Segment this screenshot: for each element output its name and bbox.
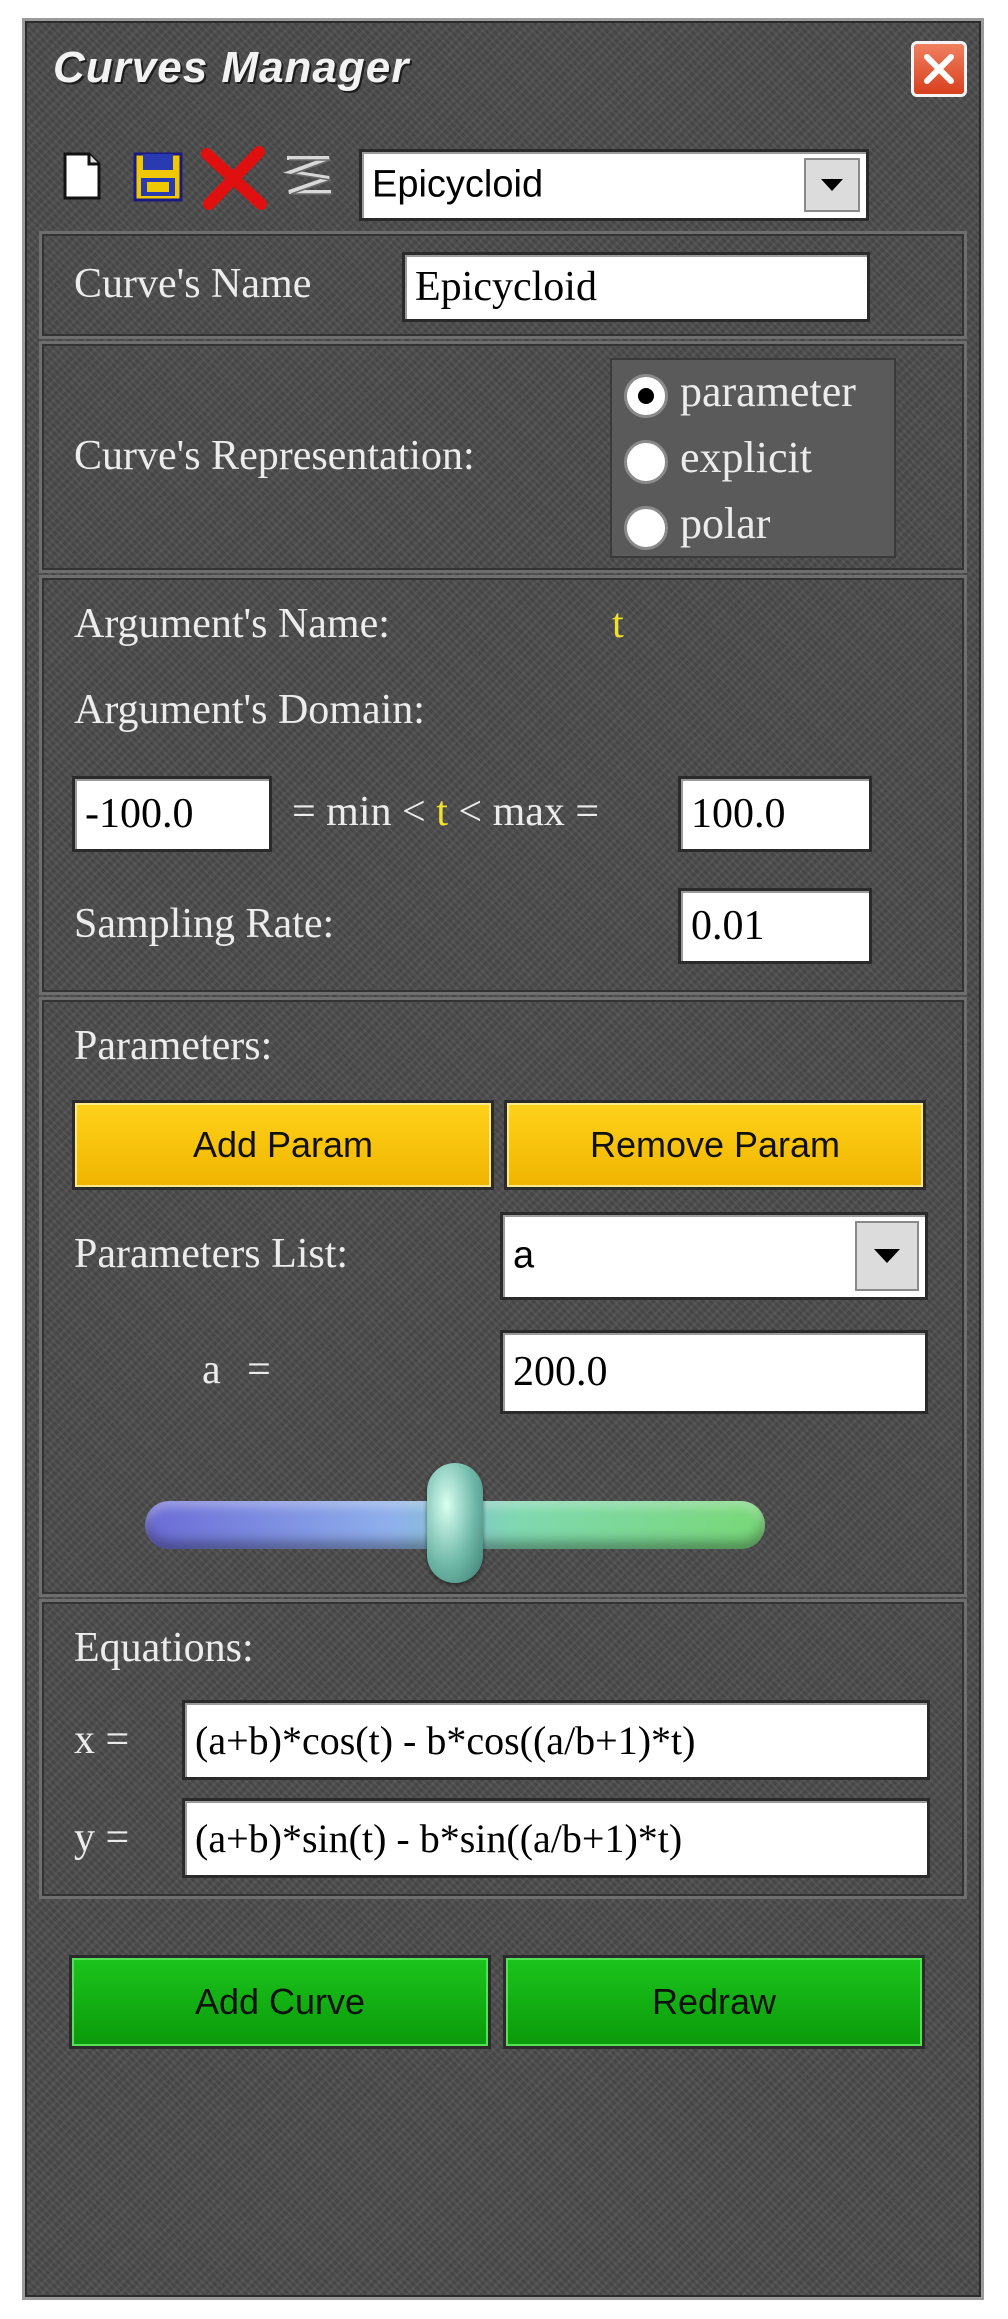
radio-explicit-label: explicit — [680, 433, 812, 482]
domain-max-input[interactable]: 100.0 — [678, 776, 872, 852]
close-icon — [924, 54, 954, 84]
chevron-down-icon — [874, 1249, 900, 1263]
window-title: Curves Manager — [53, 43, 410, 92]
param-slider-thumb[interactable] — [427, 1463, 483, 1583]
add-param-button[interactable]: Add Param — [72, 1100, 494, 1190]
curve-name-input[interactable]: Epicycloid — [402, 252, 870, 322]
radio-selected-dot — [638, 388, 654, 404]
argument-section: Argument's Name: t Argument's Domain: -1… — [39, 575, 967, 995]
save-icon — [133, 152, 183, 202]
radio-polar-label: polar — [680, 499, 771, 548]
x-equation-label: x = — [74, 1717, 130, 1763]
dropdown-arrow[interactable] — [855, 1221, 919, 1291]
title-bar: Curves Manager — [25, 21, 981, 111]
argument-name-value: t — [612, 601, 624, 647]
curves-manager-window: Curves Manager Epicycloid Curve's Name E… — [22, 18, 984, 2300]
radio-button[interactable] — [624, 440, 668, 484]
redraw-button[interactable]: Redraw — [503, 1955, 925, 2049]
domain-min-input[interactable]: -100.0 — [72, 776, 272, 852]
param-value-input[interactable]: 200.0 — [500, 1330, 928, 1414]
radio-explicit[interactable]: explicit — [624, 432, 894, 492]
sampling-rate-label: Sampling Rate: — [74, 901, 335, 947]
representation-section: Curve's Representation: parameter explic… — [39, 341, 967, 573]
radio-parameter-label: parameter — [680, 367, 856, 416]
radio-polar[interactable]: polar — [624, 498, 894, 558]
toolbar: Epicycloid — [39, 121, 967, 231]
max-text: < max = — [458, 789, 600, 835]
parameters-label: Parameters: — [74, 1023, 273, 1069]
dropdown-arrow[interactable] — [804, 158, 860, 212]
parameters-list-label: Parameters List: — [74, 1231, 349, 1277]
representation-radio-group: parameter explicit polar — [610, 358, 896, 558]
new-file-icon — [63, 152, 101, 200]
min-text: = min < — [292, 789, 426, 835]
curve-select-value: Epicycloid — [372, 163, 544, 206]
radio-parameter[interactable]: parameter — [624, 366, 894, 426]
x-equation-input[interactable]: (a+b)*cos(t) - b*cos((a/b+1)*t) — [182, 1700, 930, 1780]
curve-name-label: Curve's Name — [74, 261, 312, 307]
radio-button[interactable] — [624, 374, 668, 418]
parameters-list-select[interactable]: a — [500, 1212, 928, 1300]
chevron-down-icon — [821, 179, 843, 191]
parameters-list-value: a — [513, 1234, 535, 1277]
domain-var: t — [436, 789, 448, 835]
param-equation-label: a = — [202, 1346, 271, 1394]
equations-label: Equations: — [74, 1625, 254, 1671]
close-button[interactable] — [911, 41, 967, 97]
new-file-button[interactable] — [51, 146, 111, 206]
remove-param-button[interactable]: Remove Param — [504, 1100, 926, 1190]
param-eq-sign: = — [247, 1347, 271, 1393]
radio-button[interactable] — [624, 506, 668, 550]
y-equation-label: y = — [74, 1815, 130, 1861]
domain-min-text: = min < t < max = — [292, 788, 599, 836]
save-button[interactable] — [127, 146, 187, 206]
add-curve-button[interactable]: Add Curve — [69, 1955, 491, 2049]
curve-name-section: Curve's Name Epicycloid — [39, 231, 967, 339]
delete-button[interactable] — [199, 146, 269, 210]
y-equation-input[interactable]: (a+b)*sin(t) - b*sin((a/b+1)*t) — [182, 1798, 930, 1878]
argument-domain-label: Argument's Domain: — [74, 687, 425, 733]
argument-name-label: Argument's Name: — [74, 601, 390, 647]
equations-section: Equations: x = (a+b)*cos(t) - b*cos((a/b… — [39, 1599, 967, 1899]
curve-button[interactable] — [279, 146, 339, 206]
representation-label: Curve's Representation: — [74, 433, 475, 479]
param-name: a — [202, 1347, 221, 1393]
sampling-rate-input[interactable]: 0.01 — [678, 888, 872, 964]
delete-icon — [201, 146, 267, 210]
curve-select[interactable]: Epicycloid — [359, 149, 869, 221]
curve-icon — [283, 156, 333, 195]
